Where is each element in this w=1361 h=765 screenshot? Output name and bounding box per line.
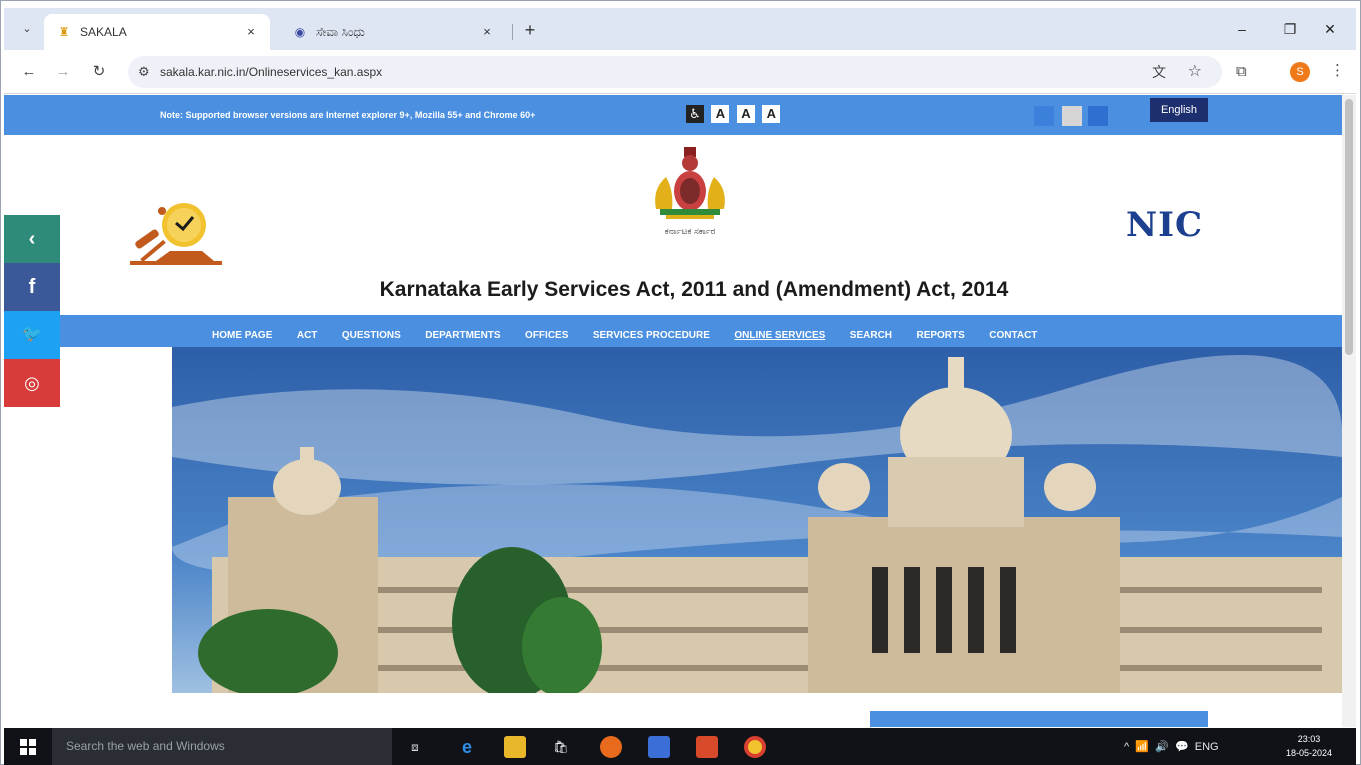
tray-chevron-icon[interactable]: ^ xyxy=(1124,741,1129,753)
font-decrease-button[interactable]: A xyxy=(762,105,781,123)
url-text[interactable]: sakala.kar.nic.in/Onlineservices_kan.asp… xyxy=(160,64,382,80)
emblem-caption: ಕರ್ನಾಟಕ ಸರ್ಕಾರ xyxy=(664,226,716,236)
page-scrollbar[interactable] xyxy=(1342,95,1356,727)
taskbar-search[interactable]: Search the web and Windows xyxy=(52,728,392,765)
document-app-icon[interactable] xyxy=(696,736,718,758)
nav-departments[interactable]: DEPARTMENTS xyxy=(425,330,500,342)
volume-icon[interactable]: 🔊 xyxy=(1155,741,1169,753)
page-title: Karnataka Early Services Act, 2011 and (… xyxy=(379,278,1009,301)
nav-questions[interactable]: QUESTIONS xyxy=(342,330,401,342)
back-arrow-icon[interactable]: ← xyxy=(20,63,38,81)
english-language-button[interactable]: English xyxy=(1150,98,1208,122)
taskbar-clock[interactable]: 23:03 18-05-2024 xyxy=(1280,732,1338,760)
extensions-icon[interactable]: ⧉ xyxy=(1236,63,1247,81)
close-tab-icon[interactable]: × xyxy=(242,23,260,41)
taskbar-search-placeholder: Search the web and Windows xyxy=(66,739,225,753)
windows-start-icon[interactable] xyxy=(20,739,36,755)
main-nav: HOME PAGE ACT QUESTIONS DEPARTMENTS OFFI… xyxy=(4,315,1342,347)
notifications-icon[interactable]: 💬 xyxy=(1175,741,1189,753)
twitter-icon[interactable]: 🐦 xyxy=(4,311,60,359)
content-panel-header xyxy=(870,711,1208,727)
input-language[interactable]: ENG xyxy=(1195,741,1219,753)
bookmark-star-icon[interactable]: ☆ xyxy=(1188,63,1202,81)
store-icon[interactable]: 🛍 xyxy=(550,736,572,758)
task-view-icon[interactable]: ⧈ xyxy=(404,736,426,758)
browser-support-note: Note: Supported browser versions are Int… xyxy=(160,110,536,120)
theme-grey-swatch[interactable] xyxy=(1062,106,1082,126)
edge-browser-icon[interactable]: e xyxy=(456,736,478,758)
instagram-icon[interactable]: ◎ xyxy=(4,359,60,407)
firefox-icon[interactable] xyxy=(600,736,622,758)
tab-label: SAKALA xyxy=(80,25,127,39)
scrollbar-thumb[interactable] xyxy=(1345,99,1353,355)
tab-label: ಸೇವಾ ಸಿಂಧು xyxy=(316,25,365,39)
restore-icon[interactable]: ❐ xyxy=(1280,20,1300,38)
theme-blue-dark-swatch[interactable] xyxy=(1088,106,1108,126)
accessibility-controls: ♿ A A A xyxy=(686,105,783,125)
nav-contact[interactable]: CONTACT xyxy=(989,330,1037,342)
address-bar[interactable]: ⚙ sakala.kar.nic.in/Onlineservices_kan.a… xyxy=(128,56,1222,88)
photos-icon[interactable] xyxy=(648,736,670,758)
clock-date: 18-05-2024 xyxy=(1285,748,1333,758)
close-window-icon[interactable]: ✕ xyxy=(1320,20,1340,38)
nav-search[interactable]: SEARCH xyxy=(850,330,892,342)
menu-kebab-icon[interactable]: ⋮ xyxy=(1330,62,1345,80)
reload-icon[interactable]: ↻ xyxy=(90,63,108,81)
profile-avatar[interactable]: S xyxy=(1290,62,1310,82)
font-normal-button[interactable]: A xyxy=(736,105,755,123)
translate-icon[interactable]: 文 xyxy=(1152,63,1166,81)
system-tray[interactable]: ^ 📶 🔊 💬 ENG xyxy=(1124,740,1219,754)
tab-search-chevron-icon[interactable]: ⌄ xyxy=(18,20,36,38)
nav-online-services[interactable]: ONLINE SERVICES xyxy=(734,330,825,342)
tab-sakala[interactable]: ♜ SAKALA × xyxy=(44,14,270,50)
site-header: ಕರ್ನಾಟಕ ಸರ್ಕಾರ NIC Karnataka Early Servi… xyxy=(4,135,1342,315)
theme-blue-swatch[interactable] xyxy=(1034,106,1054,126)
tab-strip: ⌄ ♜ SAKALA × ◉ ಸೇವಾ ಸಿಂಧು × + – ❐ ✕ xyxy=(4,8,1356,50)
font-increase-button[interactable]: A xyxy=(711,105,730,123)
nav-home-page[interactable]: HOME PAGE xyxy=(212,330,272,342)
tab-seva-sindhu[interactable]: ◉ ಸೇವಾ ಸಿಂಧು × xyxy=(280,14,506,50)
site-settings-icon[interactable]: ⚙ xyxy=(138,64,150,80)
network-icon[interactable]: 📶 xyxy=(1135,741,1149,753)
nav-act[interactable]: ACT xyxy=(297,330,318,342)
nav-offices[interactable]: OFFICES xyxy=(525,330,568,342)
file-explorer-icon[interactable] xyxy=(504,736,526,758)
clock-time: 23:03 xyxy=(1297,734,1321,744)
karnataka-emblem xyxy=(655,147,725,219)
top-info-bar: Note: Supported browser versions are Int… xyxy=(4,95,1342,135)
nav-services-procedure[interactable]: SERVICES PROCEDURE xyxy=(593,330,710,342)
forward-arrow-icon[interactable]: → xyxy=(54,63,72,81)
sakala-logo[interactable] xyxy=(128,195,228,275)
nav-reports[interactable]: REPORTS xyxy=(916,330,964,342)
minimize-icon[interactable]: – xyxy=(1232,20,1252,38)
chrome-icon[interactable] xyxy=(744,736,766,758)
collapse-arrow-icon[interactable]: ‹ xyxy=(4,215,60,263)
close-tab-icon[interactable]: × xyxy=(478,23,496,41)
tab-divider xyxy=(512,24,513,40)
new-tab-button[interactable]: + xyxy=(520,21,540,39)
browser-toolbar: ← → ↻ ⚙ sakala.kar.nic.in/Onlineservices… xyxy=(4,50,1356,94)
nic-logo[interactable]: NIC xyxy=(1126,205,1203,245)
page-viewport: Note: Supported browser versions are Int… xyxy=(4,95,1356,727)
sakala-emblem-icon: ♜ xyxy=(58,25,70,39)
seva-sindhu-icon: ◉ xyxy=(294,25,306,39)
facebook-icon[interactable]: f xyxy=(4,263,60,311)
windows-taskbar: Search the web and Windows ⧈ e 🛍 ^ 📶 🔊 💬… xyxy=(4,728,1356,765)
accessibility-icon[interactable]: ♿ xyxy=(686,105,704,123)
vidhana-soudha-banner xyxy=(172,347,1342,693)
